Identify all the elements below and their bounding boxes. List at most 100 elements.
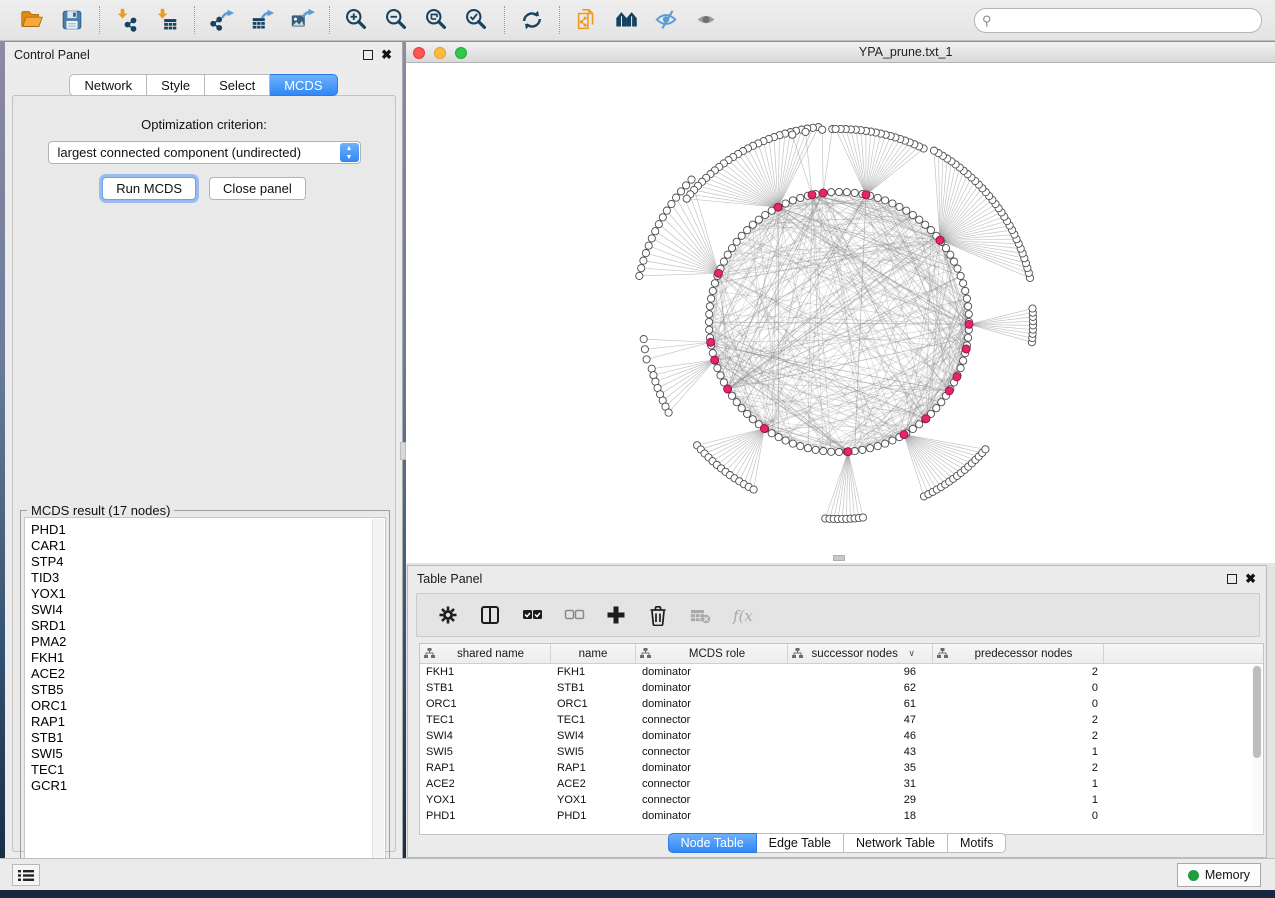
table-row[interactable]: STB1STB1dominator620 [420,680,1263,696]
search-input[interactable] [974,8,1262,33]
main-toolbar: ⚲ [0,0,1275,41]
float-panel-icon[interactable] [363,50,373,60]
save-session-icon[interactable] [54,4,90,36]
table-cell: connector [636,794,788,806]
tab-motifs[interactable]: Motifs [948,833,1006,853]
criterion-select[interactable]: largest connected component (undirected)… [48,141,361,164]
mcds-result-item[interactable]: SWI5 [31,746,385,762]
run-mcds-button[interactable]: Run MCDS [102,177,196,200]
mcds-result-item[interactable]: YOX1 [31,586,385,602]
table-row[interactable]: ORC1ORC1dominator610 [420,696,1263,712]
table-row[interactable]: YOX1YOX1connector291 [420,792,1263,808]
select-all-icon[interactable] [519,602,545,628]
column-header-shared-name[interactable]: shared name [420,644,551,663]
mcds-result-item[interactable]: STB5 [31,682,385,698]
column-header-MCDS-role[interactable]: MCDS role [636,644,788,663]
status-bar: Memory [0,858,1275,890]
mcds-result-item[interactable]: ACE2 [31,666,385,682]
network-hscroll-grip[interactable] [833,555,845,561]
control-panel-title: Control Panel [14,48,90,62]
network-canvas[interactable] [406,63,1275,563]
close-panel-icon[interactable]: ✖ [381,50,392,60]
mcds-result-item[interactable]: FKH1 [31,650,385,666]
table-cell: STB1 [551,682,636,694]
window-maximize-icon[interactable] [455,47,467,59]
trash-icon[interactable] [645,602,671,628]
table-cell: 2 [933,666,1104,678]
zoom-in-icon[interactable] [339,4,375,36]
table-cell: RAP1 [420,762,551,774]
export-image-icon[interactable] [284,4,320,36]
open-session-icon[interactable] [14,4,50,36]
mcds-result-item[interactable]: SWI4 [31,602,385,618]
table-row[interactable]: RAP1RAP1dominator352 [420,760,1263,776]
apply-layout-icon[interactable] [514,4,550,36]
column-header-predecessor-nodes[interactable]: predecessor nodes [933,644,1104,663]
control-panel-tabs: NetworkStyleSelectMCDS [5,74,402,96]
table-row[interactable]: SWI5SWI5connector431 [420,744,1263,760]
column-header-name[interactable]: name [551,644,636,663]
mcds-result-item[interactable]: STB1 [31,730,385,746]
file-share-icon[interactable] [569,4,605,36]
delete-table-icon [687,602,713,628]
table-scrollbar[interactable] [1252,665,1262,833]
panel-splitter-grip[interactable] [400,442,406,460]
table-cell: dominator [636,810,788,822]
table-row[interactable]: PHD1PHD1dominator180 [420,808,1263,824]
table-row[interactable]: SWI4SWI4dominator462 [420,728,1263,744]
memory-button[interactable]: Memory [1177,863,1261,887]
add-icon[interactable] [603,602,629,628]
close-table-panel-icon[interactable]: ✖ [1245,574,1256,584]
network-window-titlebar[interactable]: YPA_prune.txt_1 [406,42,1275,63]
gear-icon[interactable] [435,602,461,628]
panel-list-button[interactable] [12,864,40,886]
tab-node-table[interactable]: Node Table [668,833,757,853]
tab-style[interactable]: Style [147,74,205,96]
window-close-icon[interactable] [413,47,425,59]
tab-edge-table[interactable]: Edge Table [757,833,844,853]
binoculars-icon[interactable] [609,4,645,36]
table-cell: dominator [636,698,788,710]
table-cell: PHD1 [420,810,551,822]
table-cell: dominator [636,666,788,678]
float-table-panel-icon[interactable] [1227,574,1237,584]
table-row[interactable]: ACE2ACE2connector311 [420,776,1263,792]
mcds-result-item[interactable]: PMA2 [31,634,385,650]
column-header-successor-nodes[interactable]: successor nodes∨ [788,644,933,663]
zoom-out-icon[interactable] [379,4,415,36]
mcds-result-item[interactable]: TEC1 [31,762,385,778]
table-row[interactable]: TEC1TEC1connector472 [420,712,1263,728]
mcds-result-item[interactable]: TID3 [31,570,385,586]
mcds-result-item[interactable]: PHD1 [31,522,385,538]
eye-icon[interactable] [689,4,725,36]
table-panel-title: Table Panel [417,572,482,586]
mcds-result-item[interactable]: CAR1 [31,538,385,554]
mcds-result-item[interactable]: ORC1 [31,698,385,714]
eye-slash-icon[interactable] [649,4,685,36]
table-scrollbar-thumb[interactable] [1253,666,1261,758]
toolbar-separator [329,6,330,34]
table-row[interactable]: FKH1FKH1dominator962 [420,664,1263,680]
export-table-icon[interactable] [244,4,280,36]
tab-network[interactable]: Network [69,74,147,96]
tab-network-table[interactable]: Network Table [844,833,948,853]
mcds-result-item[interactable]: STP4 [31,554,385,570]
close-panel-button[interactable]: Close panel [209,177,306,200]
mcds-result-item[interactable]: RAP1 [31,714,385,730]
zoom-fit-icon[interactable] [419,4,455,36]
import-table-icon[interactable] [149,4,185,36]
tab-select[interactable]: Select [205,74,270,96]
window-minimize-icon[interactable] [434,47,446,59]
zoom-selected-icon[interactable] [459,4,495,36]
table-cell: 2 [933,762,1104,774]
mcds-result-list[interactable]: PHD1CAR1STP4TID3YOX1SWI4SRD1PMA2FKH1ACE2… [24,517,386,876]
mcds-list-scrollbar[interactable] [372,519,384,874]
mcds-result-item[interactable]: SRD1 [31,618,385,634]
columns-icon[interactable] [477,602,503,628]
deselect-all-icon[interactable] [561,602,587,628]
table-toolbar: f(x) [416,593,1260,637]
mcds-result-item[interactable]: GCR1 [31,778,385,794]
export-network-icon[interactable] [204,4,240,36]
tab-mcds[interactable]: MCDS [270,74,337,96]
import-network-icon[interactable] [109,4,145,36]
